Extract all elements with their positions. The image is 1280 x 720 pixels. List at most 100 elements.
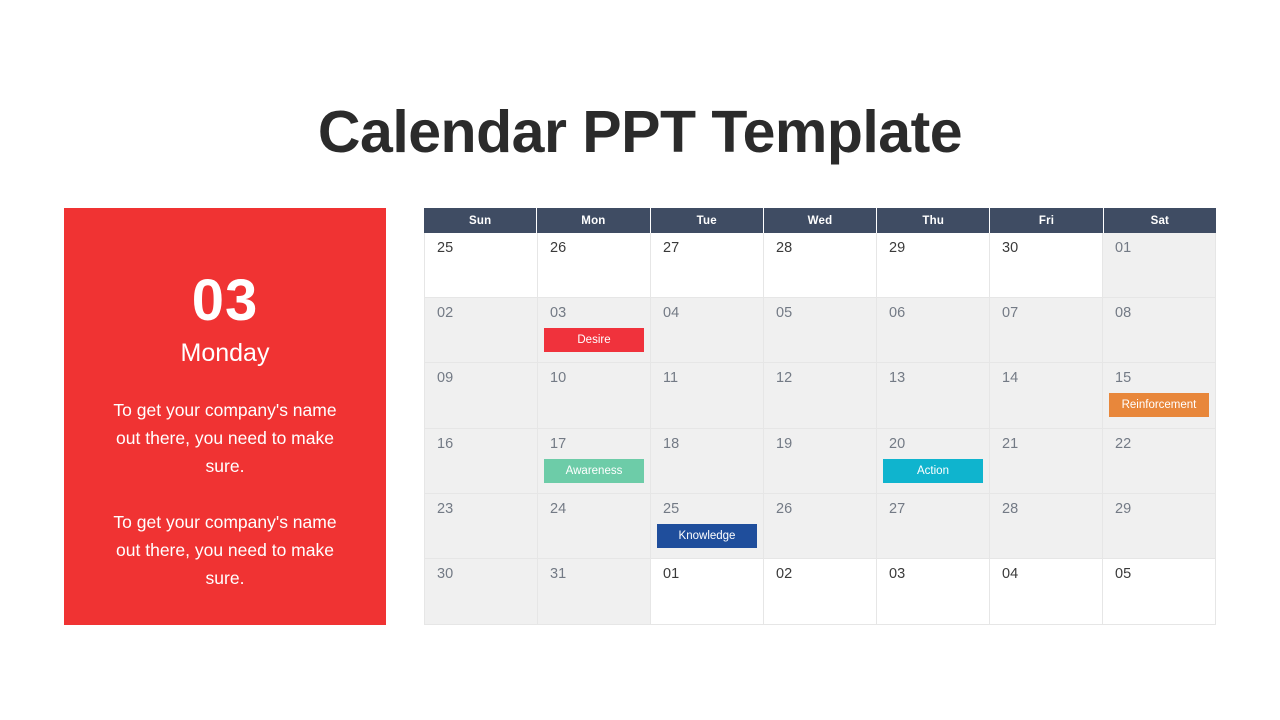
calendar-day-cell[interactable]: 26 — [764, 493, 877, 559]
calendar-day-number: 20 — [889, 435, 906, 452]
calendar-day-cell[interactable]: 13 — [877, 363, 990, 429]
calendar-day-cell[interactable]: 23 — [425, 493, 538, 559]
calendar-day-number: 04 — [1002, 565, 1019, 582]
calendar-day-cell[interactable]: 25 Knowledge — [651, 493, 764, 559]
calendar-event-badge[interactable]: Desire — [544, 328, 644, 353]
calendar-week-row: 16 17 Awareness 18 19 20 Action 21 22 — [425, 428, 1215, 494]
calendar-day-cell[interactable]: 29 — [877, 233, 990, 299]
calendar-day-number: 04 — [663, 305, 680, 322]
calendar-day-number: 03 — [889, 565, 906, 582]
calendar-day-cell[interactable]: 26 — [538, 233, 651, 299]
calendar-day-number: 09 — [437, 370, 454, 387]
calendar-day-cell[interactable]: 03 — [877, 558, 990, 625]
calendar-day-number: 03 — [550, 305, 567, 322]
panel-paragraph-1: To get your company's name out there, yo… — [113, 400, 337, 476]
calendar-day-cell[interactable]: 10 — [538, 363, 651, 429]
calendar-day-cell[interactable]: 04 — [651, 298, 764, 364]
calendar-day-number: 15 — [1115, 370, 1132, 387]
calendar-day-cell[interactable]: 31 — [538, 558, 651, 625]
calendar-day-number: 22 — [1115, 435, 1132, 452]
calendar-week-row: 25 26 27 28 29 30 01 — [425, 233, 1215, 299]
calendar-day-number: 19 — [776, 435, 793, 452]
calendar-day-number: 25 — [437, 240, 454, 256]
calendar-day-number: 28 — [1002, 500, 1019, 517]
calendar-day-cell[interactable]: 04 — [990, 558, 1103, 625]
calendar-day-cell[interactable]: 27 — [651, 233, 764, 299]
calendar-day-cell[interactable]: 01 — [651, 558, 764, 625]
calendar-day-number: 16 — [437, 435, 454, 452]
calendar-grid: Sun Mon Tue Wed Thu Fri Sat 25 26 27 28 29 30 01 02 03… — [424, 208, 1216, 625]
calendar-day-number: 24 — [550, 500, 567, 517]
calendar-week-row: 23 24 25 Knowledge 26 27 28 29 — [425, 493, 1215, 559]
panel-day-number: 03 — [191, 268, 259, 333]
calendar-day-number: 02 — [437, 305, 454, 322]
calendar-day-cell[interactable]: 28 — [990, 493, 1103, 559]
calendar-day-number: 25 — [663, 500, 680, 517]
calendar-week-row: 30 31 01 02 03 04 05 — [425, 558, 1215, 625]
calendar-day-cell[interactable]: 15 Reinforcement — [1103, 363, 1215, 429]
calendar-day-cell[interactable]: 29 — [1103, 493, 1215, 559]
calendar-day-cell[interactable]: 02 — [764, 558, 877, 625]
weekday-header-sat: Sat — [1150, 214, 1170, 227]
calendar-day-number: 12 — [776, 370, 793, 387]
calendar-day-cell[interactable]: 19 — [764, 428, 877, 494]
calendar-day-number: 10 — [550, 370, 567, 387]
calendar-day-cell[interactable]: 05 — [764, 298, 877, 364]
calendar-day-number: 31 — [550, 565, 567, 582]
calendar-day-number: 23 — [437, 500, 454, 517]
calendar-day-cell[interactable]: 07 — [990, 298, 1103, 364]
calendar-day-number: 26 — [776, 500, 793, 517]
calendar-day-number: 06 — [889, 305, 906, 322]
calendar-day-cell[interactable]: 05 — [1103, 558, 1215, 625]
calendar-day-number: 01 — [1115, 240, 1132, 256]
calendar-day-cell[interactable]: 14 — [990, 363, 1103, 429]
calendar-day-number: 30 — [437, 565, 454, 582]
calendar-day-number: 17 — [550, 435, 567, 452]
calendar-day-cell[interactable]: 25 — [425, 233, 538, 299]
calendar-day-cell[interactable]: 20 Action — [877, 428, 990, 494]
calendar-day-cell[interactable]: 30 — [425, 558, 538, 625]
calendar-week-row: 09 10 11 12 13 14 15 Reinforcement — [425, 363, 1215, 429]
calendar-day-number: 27 — [889, 500, 906, 517]
calendar-day-cell[interactable]: 18 — [651, 428, 764, 494]
panel-day-name: Monday — [180, 339, 270, 367]
calendar-event-badge[interactable]: Knowledge — [657, 523, 757, 548]
calendar-day-number: 13 — [889, 370, 906, 387]
calendar-day-cell[interactable]: 27 — [877, 493, 990, 559]
calendar-day-number: 08 — [1115, 305, 1132, 322]
calendar-day-number: 29 — [889, 240, 906, 256]
weekday-header-mon: Mon — [537, 208, 651, 233]
calendar-event-badge[interactable]: Awareness — [544, 458, 644, 483]
calendar-day-cell[interactable]: 02 — [425, 298, 538, 364]
calendar-day-number: 05 — [1115, 565, 1132, 582]
calendar-day-cell[interactable]: 08 — [1103, 298, 1215, 364]
calendar-day-cell[interactable]: 16 — [425, 428, 538, 494]
page-title: Calendar PPT Template — [317, 98, 963, 165]
calendar-day-number: 14 — [1002, 370, 1019, 387]
panel-description: To get your company's name out there, yo… — [110, 396, 340, 592]
calendar-day-cell[interactable]: 28 — [764, 233, 877, 299]
calendar-weekday-header: Sun Mon Tue Wed Thu Fri Sat — [424, 208, 1216, 233]
calendar-event-badge[interactable]: Action — [883, 458, 983, 483]
day-detail-panel: 03 Monday To get your company's name out… — [64, 208, 386, 625]
calendar-day-number: 18 — [663, 435, 680, 452]
calendar-day-cell[interactable]: 12 — [764, 363, 877, 429]
calendar-week-row: 02 03 Desire 04 05 06 07 08 — [425, 298, 1215, 364]
weekday-header-wed: Wed — [764, 208, 878, 233]
calendar-day-cell[interactable]: 24 — [538, 493, 651, 559]
calendar-day-cell[interactable]: 11 — [651, 363, 764, 429]
calendar-day-cell[interactable]: 03 Desire — [538, 298, 651, 364]
calendar-day-cell[interactable]: 30 — [990, 233, 1103, 299]
weekday-header-thu: Thu — [877, 208, 991, 233]
calendar-day-number: 29 — [1115, 500, 1132, 517]
calendar-day-number: 11 — [663, 370, 679, 387]
calendar-day-cell[interactable]: 06 — [877, 298, 990, 364]
calendar-day-cell[interactable]: 17 Awareness — [538, 428, 651, 494]
calendar-day-cell[interactable]: 22 — [1103, 428, 1215, 494]
calendar-day-cell[interactable]: 21 — [990, 428, 1103, 494]
calendar-day-cell[interactable]: 09 — [425, 363, 538, 429]
calendar-event-badge[interactable]: Reinforcement — [1109, 393, 1209, 418]
calendar-day-cell[interactable]: 01 — [1103, 233, 1215, 299]
calendar-day-number: 26 — [550, 240, 567, 256]
calendar-day-number: 02 — [776, 565, 793, 582]
